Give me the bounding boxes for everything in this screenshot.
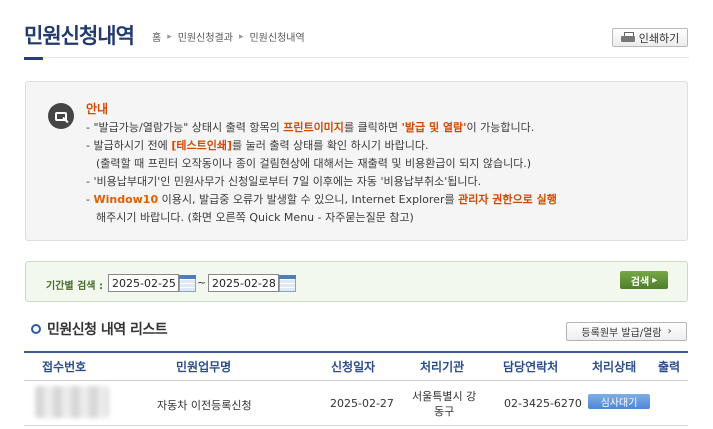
column-header-receipt-no: 접수번호 [42, 360, 87, 374]
breadcrumb-home[interactable]: 홈 [152, 29, 161, 44]
page-title: 민원신청내역 [24, 24, 135, 48]
notice-text-segment: (출력할 때 프린터 오작동이나 종이 걸림현상에 대해서는 재출력 및 비용환… [96, 157, 532, 170]
cell-agency-line1: 서울특별시 강 [412, 390, 477, 403]
notice-text-segment: 를 눌러 출력 상태를 확인 하시기 바랍니다. [231, 139, 429, 152]
notice-text-segment: Window10 [93, 193, 159, 206]
column-header-status: 처리상태 [592, 360, 637, 374]
notice-line: (출력할 때 프린터 오작동이나 종이 걸림현상에 대해서는 재출력 및 비용환… [86, 155, 557, 173]
notice-text-segment: 이 가능합니다. [466, 121, 535, 134]
title-underline [24, 57, 43, 60]
breadcrumb: 홈 ▸ 민원신청결과 ▸ 민원신청내역 [152, 29, 305, 45]
notice-text-segment: - "발급가능/열람가능" 상태시 출력 항목의 [86, 121, 284, 134]
memo-pencil-icon [48, 103, 74, 129]
notice-text-segment: 를 클릭하면 [343, 121, 402, 134]
search-button-label: 검색 [630, 276, 650, 288]
cell-date: 2025-02-27 [330, 397, 394, 410]
print-button-label: 인쇄하기 [638, 31, 680, 45]
notice-line: - Window10 이용시, 발급중 오류가 발생할 수 있으니, Inter… [86, 191, 557, 209]
notice-text-segment: - 발급하시기 전에 [86, 139, 172, 152]
register-issue-label: 등록원부 발급/열람 [581, 328, 662, 339]
notice-line: - 발급하시기 전에 [테스트인쇄]를 눌러 출력 상태를 확인 하시기 바랍니… [86, 137, 557, 155]
table-header-divider [24, 380, 688, 381]
notice-text-segment: 이용시, 발급중 오류가 발생할 수 있으니, Internet Explore… [158, 193, 459, 206]
date-separator: ~ [197, 276, 207, 289]
notice-text-segment: [테스트인쇄] [171, 139, 232, 152]
notice-line: - "발급가능/열람가능" 상태시 출력 항목의 프린트이미지를 클릭하면 '발… [86, 119, 557, 137]
notice-text-segment: - '비용납부대기'인 민원사무가 신청일로부터 7일 이후에는 자동 '비용납… [86, 175, 482, 188]
notice-text: - "발급가능/열람가능" 상태시 출력 항목의 프린트이미지를 클릭하면 '발… [86, 119, 557, 227]
search-button[interactable]: 검색 ▸ [620, 271, 668, 289]
notice-line: - '비용납부대기'인 민원사무가 신청일로부터 7일 이후에는 자동 '비용납… [86, 173, 557, 191]
chevron-right-icon: ▸ [167, 31, 172, 42]
column-header-agency: 처리기관 [420, 360, 465, 374]
status-button[interactable]: 심사대기 [588, 394, 650, 409]
cell-agency-line2: 동구 [434, 405, 455, 418]
breadcrumb-current: 민원신청내역 [249, 33, 305, 44]
cell-service-name: 자동차 이전등록신청 [157, 399, 252, 412]
notice-box: 안내 - "발급가능/열람가능" 상태시 출력 항목의 프린트이미지를 클릭하면… [25, 81, 688, 241]
period-search-bar: 기간별 검색 : ~ 검색 ▸ [25, 261, 688, 302]
notice-text-segment: 해주시기 바랍니다. (화면 오른쪽 Quick Menu - 자주묻는질문 참… [96, 211, 414, 224]
chevron-right-icon: › [667, 326, 672, 337]
search-label: 기간별 검색 : [46, 281, 103, 292]
calendar-icon[interactable] [179, 275, 196, 292]
column-header-date: 신청일자 [331, 360, 376, 374]
column-header-output: 출력 [658, 360, 681, 374]
chevron-right-icon: ▸ [652, 274, 658, 286]
register-issue-button[interactable]: 등록원부 발급/열람 › [566, 322, 687, 341]
list-title: 민원신청 내역 리스트 [31, 319, 168, 339]
circle-bullet-icon [31, 324, 41, 334]
table-top-border [24, 351, 688, 353]
header-divider [24, 57, 689, 58]
calendar-icon[interactable] [279, 275, 296, 292]
print-button[interactable]: 인쇄하기 [612, 28, 688, 47]
notice-title: 안내 [86, 102, 109, 116]
notice-line: 해주시기 바랍니다. (화면 오른쪽 Quick Menu - 자주묻는질문 참… [86, 209, 557, 227]
breadcrumb-result[interactable]: 민원신청결과 [178, 29, 233, 44]
redacted-receipt-number [35, 386, 109, 418]
column-header-contact: 담당연락처 [503, 360, 559, 374]
notice-text-segment: '발급 및 열람' [401, 121, 467, 134]
chevron-right-icon: ▸ [238, 31, 244, 42]
end-date-input[interactable] [208, 274, 279, 292]
start-date-input[interactable] [108, 274, 179, 292]
printer-icon [620, 32, 635, 43]
list-title-text: 민원신청 내역 리스트 [47, 322, 168, 338]
notice-text-segment: 프린트이미지 [283, 121, 344, 134]
notice-text-segment: 관리자 권한으로 실행 [458, 193, 557, 206]
column-header-service-name: 민원업무명 [176, 360, 232, 374]
cell-phone: 02-3425-6270 [504, 397, 582, 410]
table-row-divider [24, 425, 688, 426]
